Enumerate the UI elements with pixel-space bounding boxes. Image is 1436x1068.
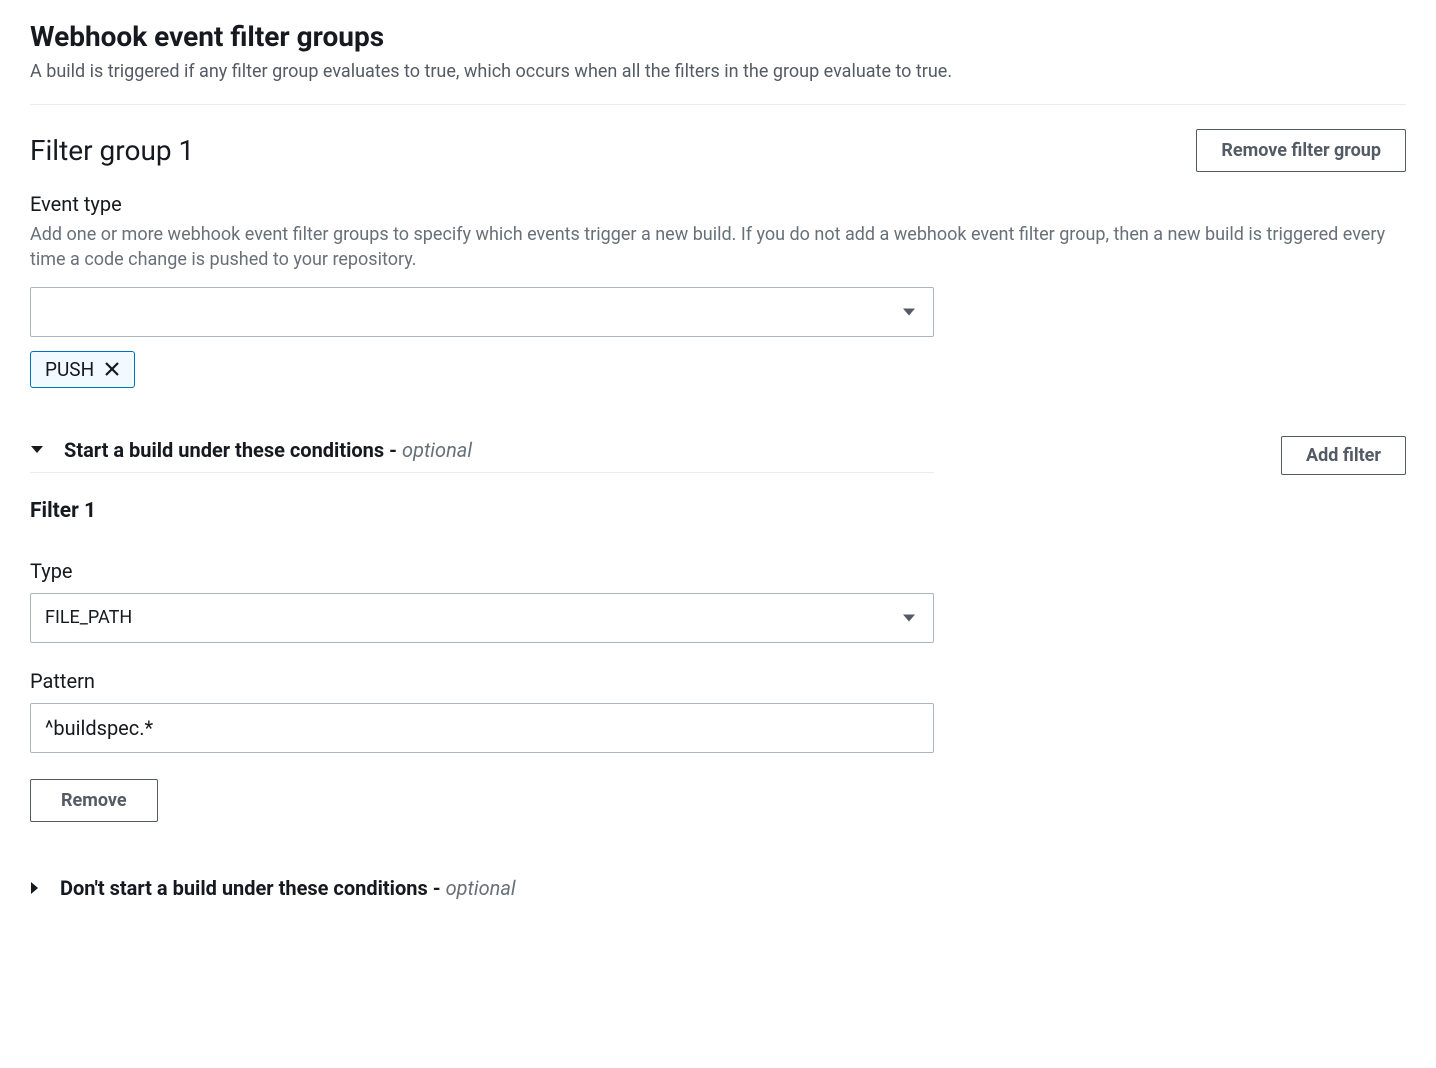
event-type-select[interactable] (30, 287, 934, 337)
close-icon[interactable] (104, 361, 120, 377)
caret-right-icon (30, 881, 40, 895)
dont-start-title: Don't start a build under these conditio… (60, 876, 428, 900)
divider (30, 104, 1406, 105)
start-conditions-expander[interactable]: Start a build under these conditions - o… (30, 438, 934, 473)
start-conditions-row: Start a build under these conditions - o… (30, 436, 1406, 475)
optional-label: optional (402, 438, 472, 462)
add-filter-button[interactable]: Add filter (1281, 436, 1406, 475)
filter-type-field: Type FILE_PATH (30, 559, 1406, 643)
event-type-token-push[interactable]: PUSH (30, 351, 135, 388)
event-type-field: Event type Add one or more webhook event… (30, 192, 1406, 387)
filter-pattern-input[interactable] (30, 703, 934, 753)
section-header: Webhook event filter groups A build is t… (30, 20, 1406, 84)
remove-filter-group-button[interactable]: Remove filter group (1196, 129, 1406, 172)
start-conditions-title: Start a build under these conditions (64, 438, 384, 462)
event-type-select-wrapper (30, 287, 934, 337)
filter-pattern-label: Pattern (30, 669, 1406, 693)
dash: - (433, 876, 446, 900)
optional-label: optional (446, 876, 516, 900)
dont-start-conditions-expander[interactable]: Don't start a build under these conditio… (30, 876, 1406, 900)
caret-down-icon (30, 445, 44, 455)
filter-type-select[interactable]: FILE_PATH (30, 593, 934, 643)
section-title: Webhook event filter groups (30, 20, 1406, 53)
token-label: PUSH (45, 358, 94, 381)
filter-type-select-wrapper: FILE_PATH (30, 593, 934, 643)
section-subtitle: A build is triggered if any filter group… (30, 59, 1406, 84)
event-type-description: Add one or more webhook event filter gro… (30, 222, 1406, 272)
dash: - (389, 438, 402, 462)
filter-group-title: Filter group 1 (30, 134, 194, 167)
filter-1-heading: Filter 1 (30, 499, 1406, 523)
filter-pattern-field: Pattern (30, 669, 1406, 753)
event-type-label: Event type (30, 192, 1406, 216)
filter-type-label: Type (30, 559, 1406, 583)
remove-filter-button[interactable]: Remove (30, 779, 158, 822)
filter-group-header: Filter group 1 Remove filter group (30, 129, 1406, 172)
